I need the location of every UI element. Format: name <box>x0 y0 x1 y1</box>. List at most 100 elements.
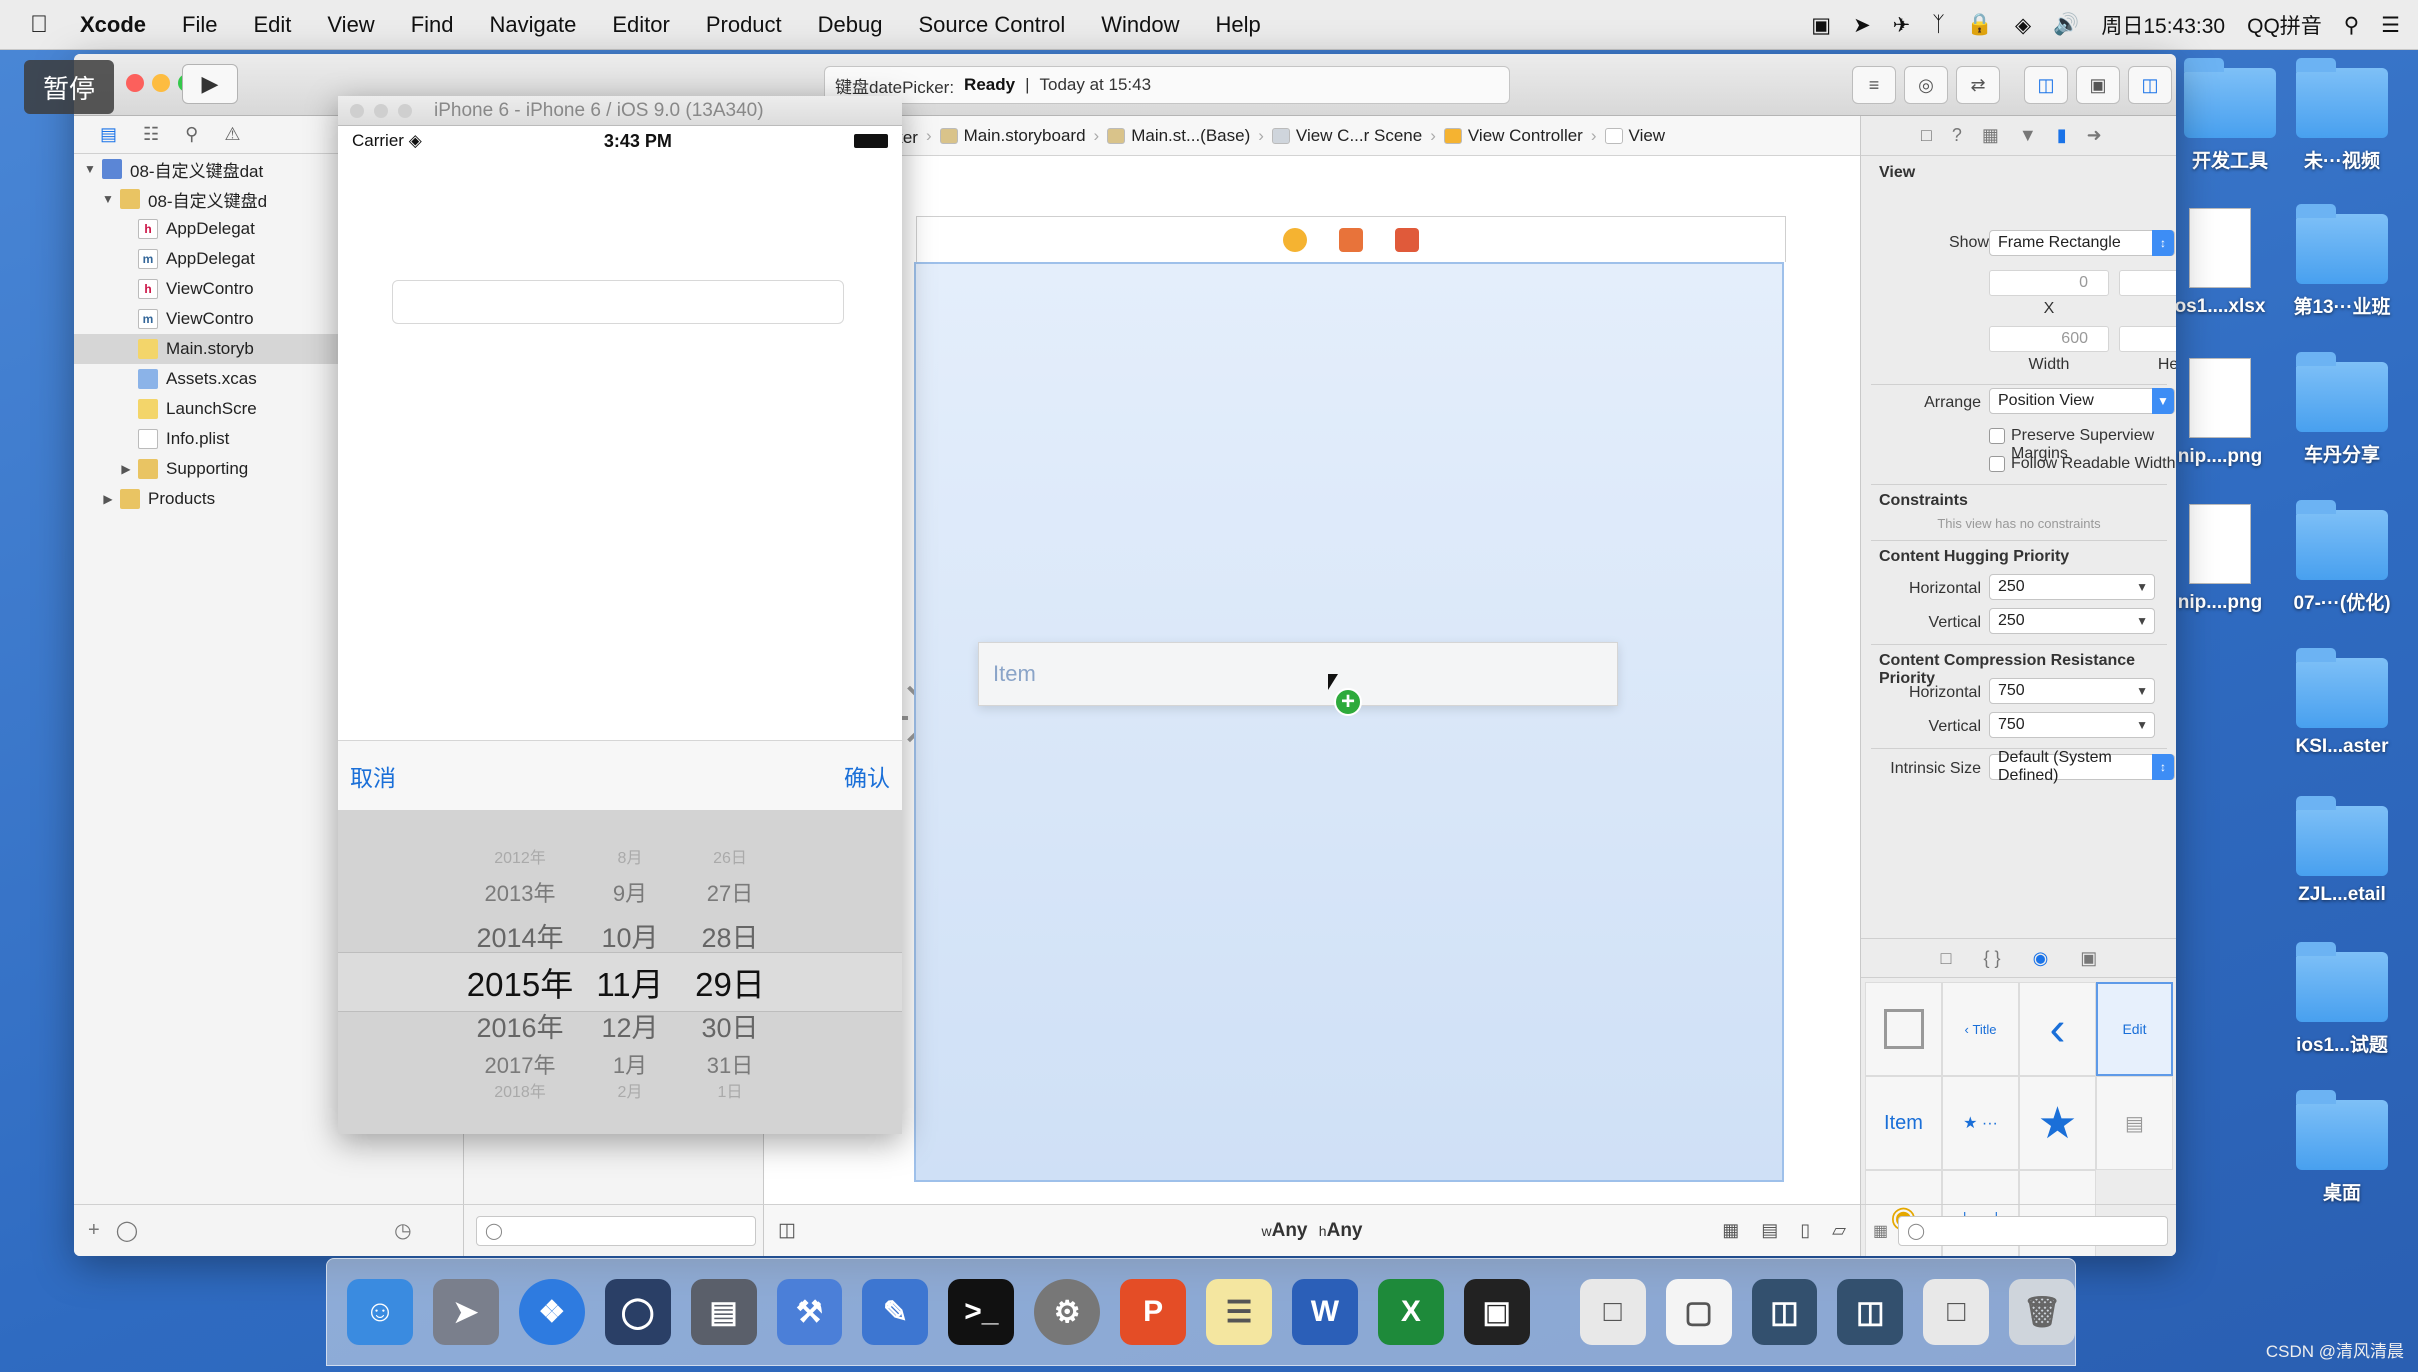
library-navigation-item[interactable]: ‹ <box>2019 982 2096 1076</box>
dock-finder-icon[interactable]: ☺ <box>347 1279 413 1345</box>
desktop-folder[interactable]: ZJL...etail <box>2282 796 2402 906</box>
picker-row[interactable]: 2014年 10月 28日 <box>338 916 902 955</box>
desktop-file-png[interactable]: nip....png <box>2160 504 2280 614</box>
library-filter-input[interactable]: ◯ <box>1898 1215 2169 1246</box>
view-controller-icon[interactable] <box>1283 227 1307 252</box>
menu-editor[interactable]: Editor <box>612 12 669 38</box>
toggle-navigator-icon[interactable]: ◫ <box>2024 66 2068 104</box>
airplane-icon[interactable]: ✈ <box>1893 13 1911 38</box>
quick-help-icon[interactable]: ? <box>1952 125 1962 146</box>
desktop-folder[interactable]: 07-···(优化) <box>2282 500 2402 615</box>
picker-row[interactable]: 2015年 11月 29日 <box>338 958 902 1006</box>
clock[interactable]: 周日15:43:30 <box>2101 10 2225 40</box>
menu-help[interactable]: Help <box>1216 12 1261 38</box>
jump-bar-item[interactable]: View Controller <box>1443 126 1583 146</box>
pin-icon[interactable]: ▯ <box>1800 1220 1810 1241</box>
x-field[interactable]: 0 <box>1989 270 2109 296</box>
desktop-folder[interactable]: 未···视频 <box>2282 58 2402 173</box>
desktop-folder[interactable]: 开发工具 <box>2170 58 2290 173</box>
jump-bar-item[interactable]: View C...r Scene <box>1271 126 1422 146</box>
dock-notes-icon[interactable]: ☰ <box>1206 1279 1272 1345</box>
filter-icon[interactable]: ◯ <box>116 1218 138 1243</box>
picker-row[interactable]: 2016年 12月 30日 <box>338 1006 902 1045</box>
desktop-folder[interactable]: KSI...aster <box>2282 648 2402 758</box>
menu-find[interactable]: Find <box>411 12 454 38</box>
disclosure-triangle-icon[interactable]: ▼ <box>82 162 98 176</box>
bluetooth-icon[interactable]: ᛉ <box>1932 13 1945 37</box>
issue-navigator-tab-icon[interactable]: ⚠ <box>224 124 240 145</box>
outline-filter-input[interactable]: ◯ <box>476 1215 756 1246</box>
add-icon[interactable]: + <box>88 1219 100 1242</box>
comp-horizontal-popup[interactable]: 750 ▼ <box>1989 678 2155 704</box>
hug-vertical-popup[interactable]: 250 ▼ <box>1989 608 2155 634</box>
desktop-folder[interactable]: 桌面 <box>2282 1090 2402 1205</box>
menu-window[interactable]: Window <box>1101 12 1179 38</box>
comp-vertical-popup[interactable]: 750 ▼ <box>1989 712 2155 738</box>
dock-system-preferences-icon[interactable]: ⚙ <box>1034 1279 1101 1345</box>
view-controller-root-view[interactable]: Item + <box>914 262 1784 1182</box>
code-snippet-library-icon[interactable]: { } <box>1984 948 2001 969</box>
disclosure-triangle-icon[interactable]: ▶ <box>118 462 134 476</box>
desktop-folder[interactable]: 第13···业班 <box>2282 204 2402 319</box>
interface-builder-canvas[interactable]: 08-自···tePicker›Main.storyboard›Main.st.… <box>764 116 1860 1256</box>
jump-bar-item[interactable]: Main.st...(Base) <box>1107 126 1250 146</box>
menu-app-xcode[interactable]: Xcode <box>80 12 146 38</box>
library-view-object[interactable] <box>1865 982 1942 1076</box>
y-field[interactable]: 0 <box>2119 270 2176 296</box>
embed-in-stack-icon[interactable]: ▦ <box>1722 1220 1739 1241</box>
stack-icon[interactable]: ▤ <box>1761 1220 1778 1241</box>
identity-inspector-icon[interactable]: ▦ <box>1982 125 1999 146</box>
input-method[interactable]: QQ拼音 <box>2247 10 2322 40</box>
assistant-editor-icon[interactable]: ◎ <box>1904 66 1948 104</box>
toggle-debug-area-icon[interactable]: ▣ <box>2076 66 2120 104</box>
close-window-button[interactable] <box>350 104 364 118</box>
dragged-bar-button-item[interactable]: Item <box>978 642 1618 706</box>
readable-width-checkbox[interactable] <box>1989 456 2005 472</box>
exit-icon[interactable] <box>1395 227 1419 252</box>
outline-toggle-icon[interactable]: ◫ <box>778 1219 796 1242</box>
apple-icon[interactable]:  <box>28 11 50 38</box>
desktop-folder[interactable]: ios1...试题 <box>2282 942 2402 1057</box>
minimize-window-button[interactable] <box>374 104 388 118</box>
minimize-window-button[interactable] <box>152 74 170 92</box>
cancel-button[interactable]: 取消 <box>350 759 396 793</box>
dock-mouse-app-icon[interactable]: ◯ <box>604 1279 671 1345</box>
file-inspector-icon[interactable]: □ <box>1921 125 1932 146</box>
library-navigation-bar[interactable]: ‹ Title <box>1942 982 2019 1076</box>
show-popup[interactable]: Frame Rectangle ↕ <box>1989 230 2175 256</box>
jump-bar-item[interactable]: Main.storyboard <box>939 126 1086 146</box>
dock-terminal-icon[interactable]: >_ <box>948 1279 1015 1345</box>
dock-excel-icon[interactable]: X <box>1377 1279 1444 1345</box>
dock-trash-icon[interactable]: 🗑 <box>2009 1279 2076 1345</box>
object-library-icon[interactable]: ◉ <box>2033 948 2049 969</box>
dock-launchpad-icon[interactable]: ➤ <box>432 1279 499 1345</box>
date-picker[interactable]: 2012年 8月 26日 2013年 9月 27日 2014年 10月 28日 2015年 11月 2… <box>338 810 902 1134</box>
grid-view-icon[interactable]: ▦ <box>1873 1221 1888 1241</box>
dock-screen-share-icon[interactable]: ◫ <box>1837 1279 1904 1345</box>
dock-xcode-icon[interactable]: ⚒ <box>776 1279 843 1345</box>
menu-view[interactable]: View <box>327 12 374 38</box>
dock-screen-share-icon[interactable]: ◫ <box>1751 1279 1818 1345</box>
zoom-window-button[interactable] <box>398 104 412 118</box>
find-navigator-tab-icon[interactable]: ⚲ <box>185 124 198 145</box>
pause-badge[interactable]: 暂停 <box>24 60 114 114</box>
library-toolbar[interactable]: ★ ··· <box>1942 1076 2019 1170</box>
run-button[interactable]: ▶ <box>182 64 238 104</box>
arrange-popup[interactable]: Position View ▼ <box>1989 388 2175 414</box>
version-editor-icon[interactable]: ⇄ <box>1956 66 2000 104</box>
desktop-folder[interactable]: 车丹分享 <box>2282 352 2402 467</box>
library-item[interactable]: Item <box>1865 1076 1942 1170</box>
jump-bar-item[interactable]: View <box>1604 126 1665 146</box>
preserve-margins-checkbox[interactable] <box>1989 428 2005 444</box>
file-template-library-icon[interactable]: □ <box>1941 948 1952 969</box>
screen-record-icon[interactable]: ▣ <box>1811 13 1831 38</box>
hug-horizontal-popup[interactable]: 250 ▼ <box>1989 574 2155 600</box>
location-icon[interactable]: ➤ <box>1853 13 1871 38</box>
size-class-selector[interactable]: wAny hAny <box>1261 1220 1362 1242</box>
dock-keynote-icon[interactable]: ▤ <box>690 1279 757 1345</box>
date-text-field[interactable] <box>392 280 844 324</box>
menu-navigate[interactable]: Navigate <box>490 12 577 38</box>
picker-row[interactable]: 2013年 9月 27日 <box>338 876 902 908</box>
picker-row[interactable]: 2017年 1月 31日 <box>338 1048 902 1080</box>
library-bar-button-item[interactable]: Edit <box>2096 982 2173 1076</box>
